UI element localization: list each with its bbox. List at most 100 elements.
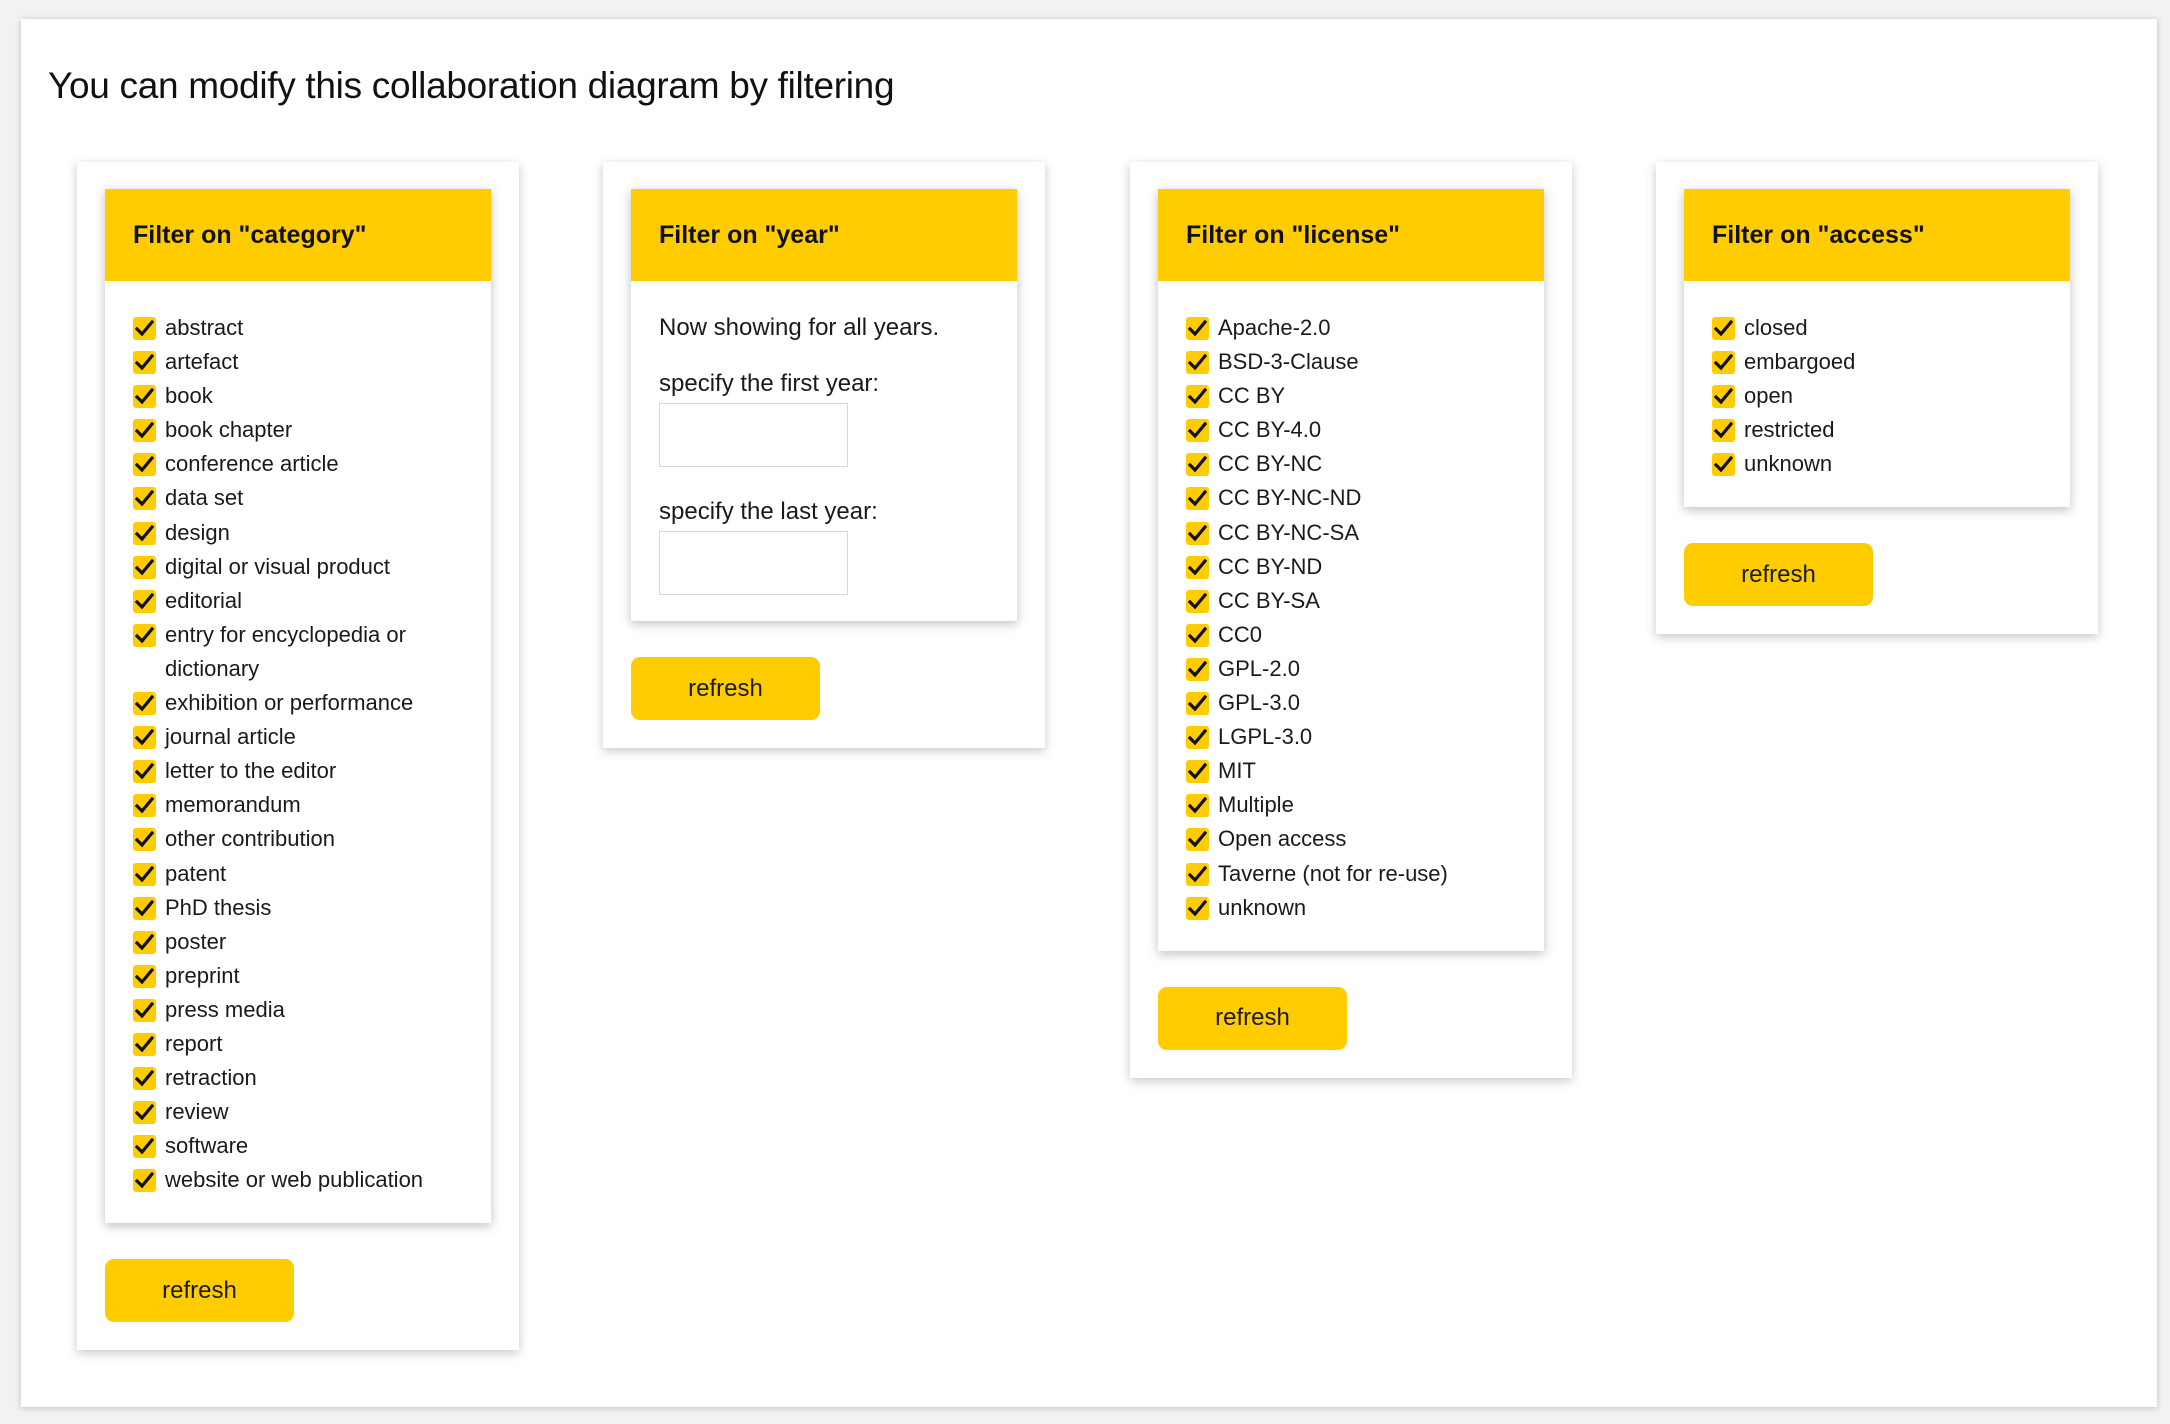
- checkbox-category-19[interactable]: [133, 998, 156, 1022]
- refresh-button-category[interactable]: refresh: [105, 1259, 294, 1323]
- checkbox-access-0[interactable]: [1712, 317, 1735, 340]
- option-license-9[interactable]: CC0: [1186, 618, 1516, 652]
- checkbox-license-1[interactable]: [1186, 351, 1209, 375]
- option-category-16[interactable]: PhD thesis: [133, 891, 463, 925]
- option-license-8[interactable]: CC BY-SA: [1186, 584, 1516, 618]
- checkbox-license-2[interactable]: [1186, 385, 1209, 409]
- option-category-2[interactable]: book: [133, 379, 463, 413]
- option-category-4[interactable]: conference article: [133, 447, 463, 481]
- option-category-8[interactable]: editorial: [133, 584, 463, 618]
- checkbox-category-7[interactable]: [133, 555, 156, 579]
- checkbox-category-12[interactable]: [133, 760, 156, 784]
- option-license-4[interactable]: CC BY-NC: [1186, 447, 1516, 481]
- option-access-0[interactable]: closed: [1712, 311, 2042, 345]
- checkbox-license-13[interactable]: [1186, 760, 1209, 784]
- checkbox-license-6[interactable]: [1186, 521, 1209, 545]
- checkbox-license-11[interactable]: [1186, 692, 1209, 716]
- option-category-19[interactable]: press media: [133, 993, 463, 1027]
- checkbox-category-10[interactable]: [133, 692, 156, 716]
- option-category-17[interactable]: poster: [133, 925, 463, 959]
- option-license-14[interactable]: Multiple: [1186, 788, 1516, 822]
- checkbox-license-8[interactable]: [1186, 589, 1209, 613]
- option-category-10[interactable]: exhibition or performance: [133, 686, 463, 720]
- checkbox-license-4[interactable]: [1186, 453, 1209, 477]
- checkbox-category-17[interactable]: [133, 930, 156, 954]
- checkbox-category-2[interactable]: [133, 385, 156, 409]
- checkbox-category-20[interactable]: [133, 1032, 156, 1056]
- checkbox-category-13[interactable]: [133, 794, 156, 818]
- option-access-1[interactable]: embargoed: [1712, 345, 2042, 379]
- option-category-15[interactable]: patent: [133, 857, 463, 891]
- refresh-button-access[interactable]: refresh: [1684, 543, 1873, 607]
- checkbox-category-8[interactable]: [133, 589, 156, 613]
- refresh-button-year[interactable]: refresh: [631, 657, 820, 720]
- checkbox-access-1[interactable]: [1712, 351, 1735, 375]
- checkbox-access-4[interactable]: [1712, 453, 1735, 477]
- checkbox-access-2[interactable]: [1712, 385, 1735, 409]
- checkbox-category-21[interactable]: [133, 1067, 156, 1091]
- checkbox-license-0[interactable]: [1186, 317, 1209, 340]
- checkbox-category-18[interactable]: [133, 964, 156, 988]
- checkbox-license-9[interactable]: [1186, 623, 1209, 647]
- option-access-4[interactable]: unknown: [1712, 447, 2042, 481]
- option-category-3[interactable]: book chapter: [133, 413, 463, 447]
- first-year-input[interactable]: [659, 403, 848, 467]
- checkbox-category-15[interactable]: [133, 862, 156, 886]
- checkbox-category-4[interactable]: [133, 453, 156, 477]
- checkbox-category-9[interactable]: [133, 623, 156, 647]
- option-category-1[interactable]: artefact: [133, 345, 463, 379]
- option-category-7[interactable]: digital or visual product: [133, 550, 463, 584]
- checkbox-category-6[interactable]: [133, 521, 156, 545]
- option-category-13[interactable]: memorandum: [133, 788, 463, 822]
- option-access-2[interactable]: open: [1712, 379, 2042, 413]
- option-category-24[interactable]: website or web publication: [133, 1163, 463, 1197]
- option-category-18[interactable]: preprint: [133, 959, 463, 993]
- option-license-10[interactable]: GPL-2.0: [1186, 652, 1516, 686]
- checkbox-license-16[interactable]: [1186, 862, 1209, 886]
- option-license-12[interactable]: LGPL-3.0: [1186, 720, 1516, 754]
- checkbox-license-3[interactable]: [1186, 419, 1209, 443]
- option-category-0[interactable]: abstract: [133, 311, 463, 345]
- checkbox-license-7[interactable]: [1186, 555, 1209, 579]
- option-license-13[interactable]: MIT: [1186, 754, 1516, 788]
- option-category-9[interactable]: entry for encyclopedia or dictionary: [133, 618, 463, 686]
- option-license-5[interactable]: CC BY-NC-ND: [1186, 481, 1516, 515]
- option-category-11[interactable]: journal article: [133, 720, 463, 754]
- option-category-12[interactable]: letter to the editor: [133, 754, 463, 788]
- option-license-3[interactable]: CC BY-4.0: [1186, 413, 1516, 447]
- option-category-14[interactable]: other contribution: [133, 822, 463, 856]
- checkbox-category-23[interactable]: [133, 1135, 156, 1159]
- checkbox-category-5[interactable]: [133, 487, 156, 511]
- option-category-6[interactable]: design: [133, 516, 463, 550]
- checkbox-category-14[interactable]: [133, 828, 156, 852]
- checkbox-category-11[interactable]: [133, 726, 156, 750]
- option-license-7[interactable]: CC BY-ND: [1186, 550, 1516, 584]
- checkbox-license-15[interactable]: [1186, 828, 1209, 852]
- option-license-16[interactable]: Taverne (not for re-use): [1186, 857, 1516, 891]
- checkbox-access-3[interactable]: [1712, 419, 1735, 443]
- option-license-2[interactable]: CC BY: [1186, 379, 1516, 413]
- option-license-6[interactable]: CC BY-NC-SA: [1186, 516, 1516, 550]
- checkbox-license-5[interactable]: [1186, 487, 1209, 511]
- option-license-0[interactable]: Apache-2.0: [1186, 311, 1516, 345]
- option-category-5[interactable]: data set: [133, 481, 463, 515]
- checkbox-category-22[interactable]: [133, 1101, 156, 1125]
- checkbox-category-16[interactable]: [133, 896, 156, 920]
- option-license-17[interactable]: unknown: [1186, 891, 1516, 925]
- option-license-11[interactable]: GPL-3.0: [1186, 686, 1516, 720]
- option-category-22[interactable]: review: [133, 1095, 463, 1129]
- option-category-23[interactable]: software: [133, 1129, 463, 1163]
- option-category-21[interactable]: retraction: [133, 1061, 463, 1095]
- last-year-input[interactable]: [659, 531, 848, 595]
- checkbox-license-14[interactable]: [1186, 794, 1209, 818]
- checkbox-license-12[interactable]: [1186, 726, 1209, 750]
- option-license-1[interactable]: BSD-3-Clause: [1186, 345, 1516, 379]
- option-access-3[interactable]: restricted: [1712, 413, 2042, 447]
- checkbox-category-24[interactable]: [133, 1169, 156, 1193]
- checkbox-license-17[interactable]: [1186, 896, 1209, 920]
- checkbox-license-10[interactable]: [1186, 657, 1209, 681]
- option-category-20[interactable]: report: [133, 1027, 463, 1061]
- refresh-button-license[interactable]: refresh: [1158, 986, 1347, 1050]
- option-license-15[interactable]: Open access: [1186, 822, 1516, 856]
- checkbox-category-0[interactable]: [133, 317, 156, 340]
